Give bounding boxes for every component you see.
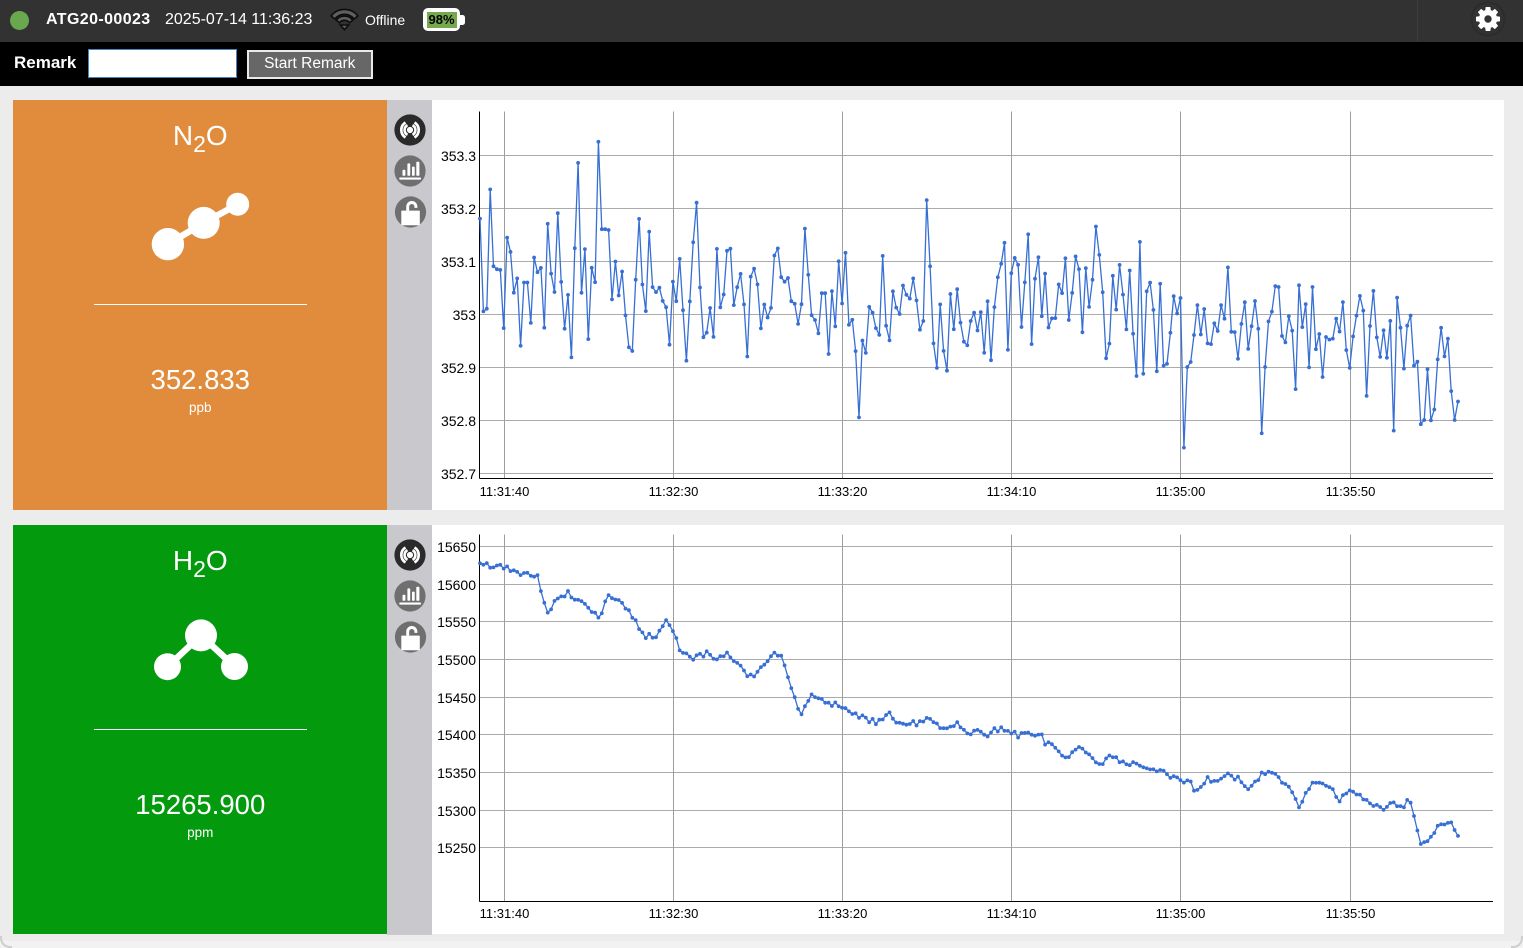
- svg-text:11:34:10: 11:34:10: [987, 484, 1037, 499]
- svg-text:11:33:20: 11:33:20: [818, 906, 868, 921]
- svg-text:15500: 15500: [437, 652, 476, 668]
- svg-text:11:33:20: 11:33:20: [818, 484, 868, 499]
- svg-text:15450: 15450: [437, 690, 476, 706]
- svg-text:11:31:40: 11:31:40: [480, 484, 530, 499]
- svg-text:11:31:40: 11:31:40: [480, 906, 530, 921]
- svg-text:15300: 15300: [437, 803, 476, 819]
- svg-text:353.2: 353.2: [441, 201, 476, 217]
- svg-text:15400: 15400: [437, 727, 476, 743]
- svg-text:353.3: 353.3: [441, 148, 476, 164]
- svg-text:11:35:00: 11:35:00: [1156, 906, 1206, 921]
- svg-text:11:32:30: 11:32:30: [649, 484, 699, 499]
- svg-text:352.7: 352.7: [441, 466, 476, 482]
- svg-text:11:35:50: 11:35:50: [1326, 484, 1376, 499]
- svg-text:15650: 15650: [437, 539, 476, 555]
- svg-text:352.9: 352.9: [441, 360, 476, 376]
- svg-text:15350: 15350: [437, 765, 476, 781]
- svg-text:352.8: 352.8: [441, 413, 476, 429]
- svg-text:353.1: 353.1: [441, 254, 476, 270]
- svg-text:11:34:10: 11:34:10: [987, 906, 1037, 921]
- svg-text:15550: 15550: [437, 614, 476, 630]
- svg-text:15250: 15250: [437, 840, 476, 856]
- svg-text:353: 353: [453, 307, 477, 323]
- svg-text:11:35:00: 11:35:00: [1156, 484, 1206, 499]
- svg-text:11:32:30: 11:32:30: [649, 906, 699, 921]
- svg-text:15600: 15600: [437, 577, 476, 593]
- svg-text:11:35:50: 11:35:50: [1326, 906, 1376, 921]
